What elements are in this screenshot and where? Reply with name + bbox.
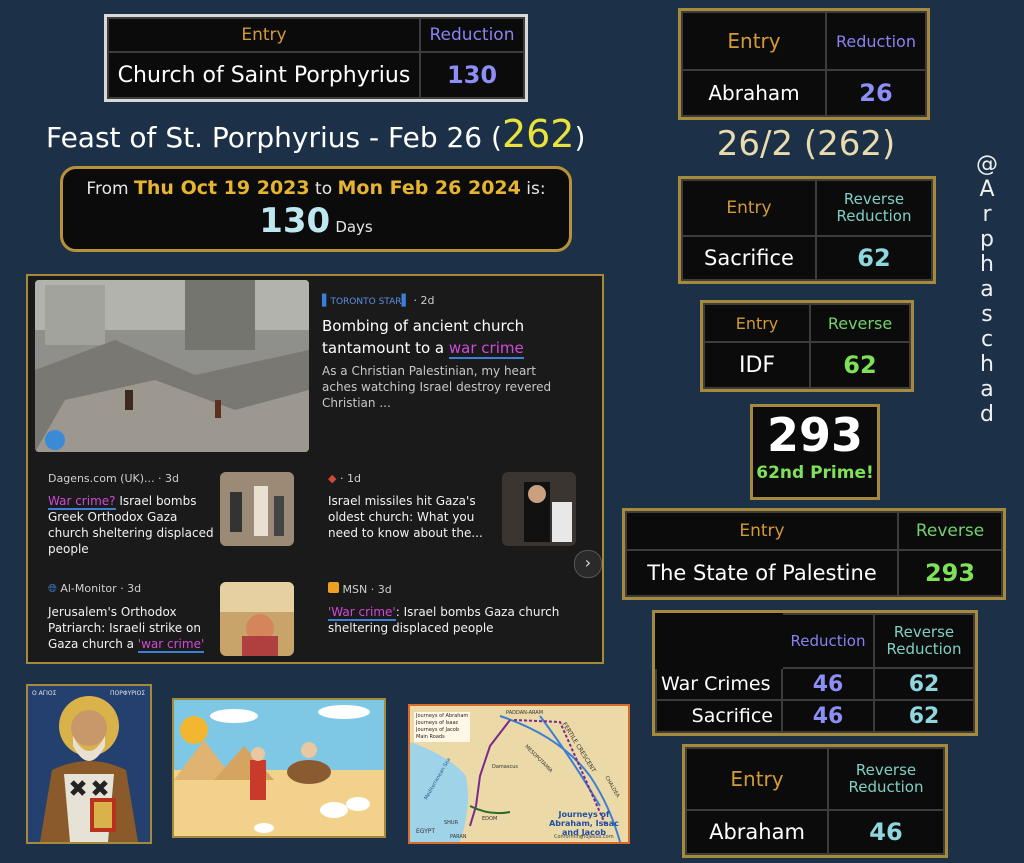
value-sacrifice-reverse: 62 xyxy=(873,699,975,733)
abraham-journey-cartoon xyxy=(172,698,386,838)
header-entry: Entry xyxy=(681,11,827,71)
idf-reverse-table: Entry Reverse IDF 62 xyxy=(700,300,914,392)
news-thumbnail[interactable] xyxy=(502,472,576,546)
sacrifice-reverse-reduction-table: Entry Reverse Reduction Sacrifice 62 xyxy=(678,176,936,284)
header-reduction: Reduction xyxy=(781,613,875,669)
value-abraham: 26 xyxy=(825,69,927,117)
entry-sacrifice: Sacrifice xyxy=(655,699,783,733)
top-story[interactable]: ▌TORONTO STAR▌ · 2d Bombing of ancient c… xyxy=(322,294,572,411)
top-story-title[interactable]: Bombing of ancient church tantamount to … xyxy=(322,315,572,359)
header-entry: Entry xyxy=(625,511,899,551)
news-headline[interactable]: Israel missiles hit Gaza's oldest church… xyxy=(328,493,496,541)
abraham-reverse-reduction-table: Entry Reverse Reduction Abraham 46 xyxy=(682,744,948,858)
prime-box: 293 62nd Prime! xyxy=(750,404,880,500)
abraham-reduction-table: Entry Reduction Abraham 26 xyxy=(678,8,930,120)
value-sacrifice-reduction: 46 xyxy=(781,699,875,733)
header-entry: Entry xyxy=(681,179,817,237)
header-entry: Entry xyxy=(703,303,811,343)
days-count: 130 Days xyxy=(259,201,373,241)
rubble-photo[interactable] xyxy=(35,280,309,452)
start-date: Thu Oct 19 2023 xyxy=(133,177,310,199)
news-results-panel: ▌TORONTO STAR▌ · 2d Bombing of ancient c… xyxy=(26,274,604,664)
ratio-text: 26/2 (262) xyxy=(716,124,896,164)
entry-sacrifice: Sacrifice xyxy=(681,235,817,281)
end-date: Mon Feb 26 2024 xyxy=(337,177,521,199)
feast-number: 262 xyxy=(501,112,575,156)
prime-label: 62nd Prime! xyxy=(756,463,874,483)
saint-porphyrius-icon-image: Ο ΑΓΙΟΣ ΠΟΡΦΥΡΙΟΣ xyxy=(26,684,152,844)
news-headline[interactable]: War crime? Israel bombs Greek Orthodox G… xyxy=(48,493,214,557)
top-story-snippet: As a Christian Palestinian, my heart ach… xyxy=(322,364,552,410)
map-caption: Journeys of Abraham, Isaac and Jacob xyxy=(549,810,619,837)
value-abraham: 46 xyxy=(827,809,945,855)
journeys-map: Journeys of Abraham Journeys of Isaac Jou… xyxy=(408,704,630,844)
entry-war-crimes: War Crimes xyxy=(655,667,783,701)
value-war-crimes-reverse: 62 xyxy=(873,667,975,701)
header-entry: Entry xyxy=(107,17,421,53)
header-reverse: Reverse xyxy=(809,303,911,343)
entry-abraham: Abraham xyxy=(685,809,829,855)
top-story-source: ▌TORONTO STAR▌ · 2d xyxy=(322,294,435,307)
news-source: Dagens.com (UK)... xyxy=(48,472,155,485)
palestine-reverse-table: Entry Reverse The State of Palestine 293 xyxy=(622,508,1006,600)
header-reverse-reduction: Reverse Reduction xyxy=(815,179,933,237)
entry-idf: IDF xyxy=(703,341,811,389)
days-box: From Thu Oct 19 2023 to Mon Feb 26 2024 … xyxy=(60,166,572,252)
news-thumbnail[interactable] xyxy=(220,582,294,656)
news-item[interactable]: ◆ · 1d Israel missiles hit Gaza's oldest… xyxy=(328,472,496,541)
value-church: 130 xyxy=(419,51,525,99)
author-handle: @ Ar pha sch ad xyxy=(976,152,998,427)
feast-title: Feast of St. Porphyrius - Feb 26 (262) xyxy=(46,112,586,156)
map-credit: ConformingToJesus.com xyxy=(554,834,614,840)
days-range: From Thu Oct 19 2023 to Mon Feb 26 2024 … xyxy=(86,177,546,199)
next-arrow-button[interactable]: › xyxy=(574,550,602,578)
news-headline[interactable]: 'War crime': Israel bombs Gaza church sh… xyxy=(328,604,578,636)
prime-number: 293 xyxy=(766,408,864,462)
war-crimes-table: Reduction Reverse Reduction War Crimes 4… xyxy=(652,610,978,736)
msn-icon xyxy=(328,582,339,593)
header-reverse: Reverse xyxy=(897,511,1003,551)
icon-inscription-right: ΠΟΡΦΥΡΙΟΣ xyxy=(110,690,146,697)
entry-church: Church of Saint Porphyrius xyxy=(107,51,421,99)
entry-palestine: The State of Palestine xyxy=(625,549,899,597)
news-item[interactable]: 🌐︎ Al-Monitor · 3d Jerusalem's Orthodox … xyxy=(48,582,214,653)
header-reverse-reduction: Reverse Reduction xyxy=(873,613,975,669)
map-legend: Journeys of Abraham Journeys of Isaac Jou… xyxy=(414,712,471,742)
header-reduction: Reduction xyxy=(825,11,927,71)
value-sacrifice: 62 xyxy=(815,235,933,281)
church-reduction-table: Entry Reduction Church of Saint Porphyri… xyxy=(104,14,528,102)
icon-inscription-left: Ο ΑΓΙΟΣ xyxy=(32,690,57,697)
globe-icon: 🌐︎ xyxy=(48,582,57,595)
header-reverse-reduction: Reverse Reduction xyxy=(827,747,945,811)
news-item[interactable]: MSN · 3d 'War crime': Israel bombs Gaza … xyxy=(328,582,578,636)
entry-abraham: Abraham xyxy=(681,69,827,117)
header-entry: Entry xyxy=(685,747,829,811)
header-reduction: Reduction xyxy=(419,17,525,53)
news-item[interactable]: Dagens.com (UK)... · 3d War crime? Israe… xyxy=(48,472,214,557)
value-war-crimes-reduction: 46 xyxy=(781,667,875,701)
news-headline[interactable]: Jerusalem's Orthodox Patriarch: Israeli … xyxy=(48,604,214,653)
news-thumbnail[interactable] xyxy=(220,472,294,546)
value-idf: 62 xyxy=(809,341,911,389)
value-palestine: 293 xyxy=(897,549,1003,597)
